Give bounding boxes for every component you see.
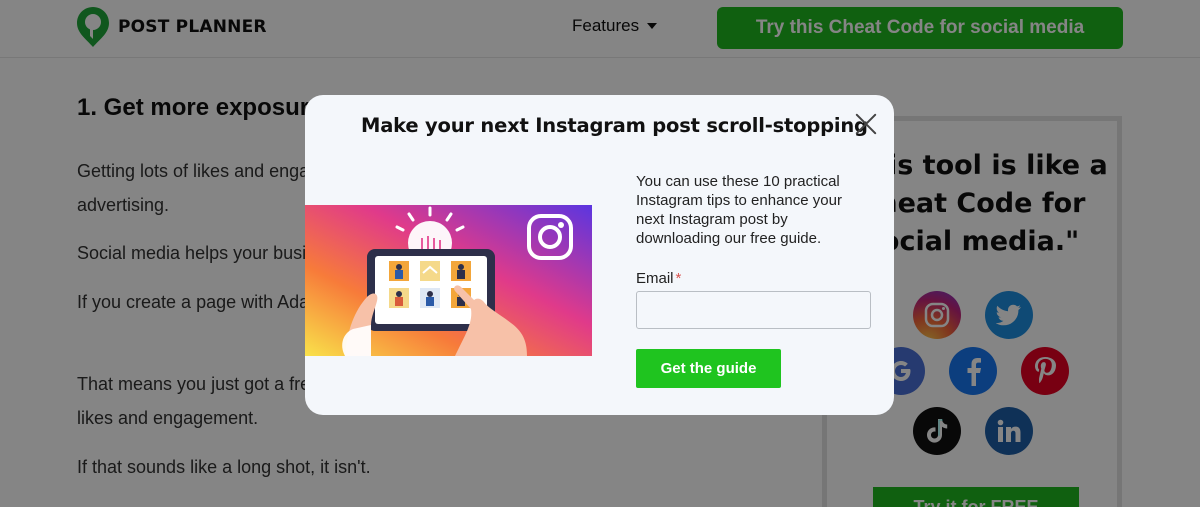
get-guide-button[interactable]: Get the guide <box>636 349 781 388</box>
lead-capture-modal: Make your next Instagram post scroll-sto… <box>305 95 894 415</box>
modal-title: Make your next Instagram post scroll-sto… <box>361 114 868 137</box>
required-marker: * <box>675 270 682 287</box>
email-label-text: Email <box>636 270 674 287</box>
close-icon[interactable] <box>854 112 878 136</box>
instagram-promo-illustration <box>305 205 592 356</box>
modal-description: You can use these 10 practical Instagram… <box>636 173 842 247</box>
email-label: Email * <box>636 270 681 287</box>
email-field[interactable] <box>636 291 871 329</box>
